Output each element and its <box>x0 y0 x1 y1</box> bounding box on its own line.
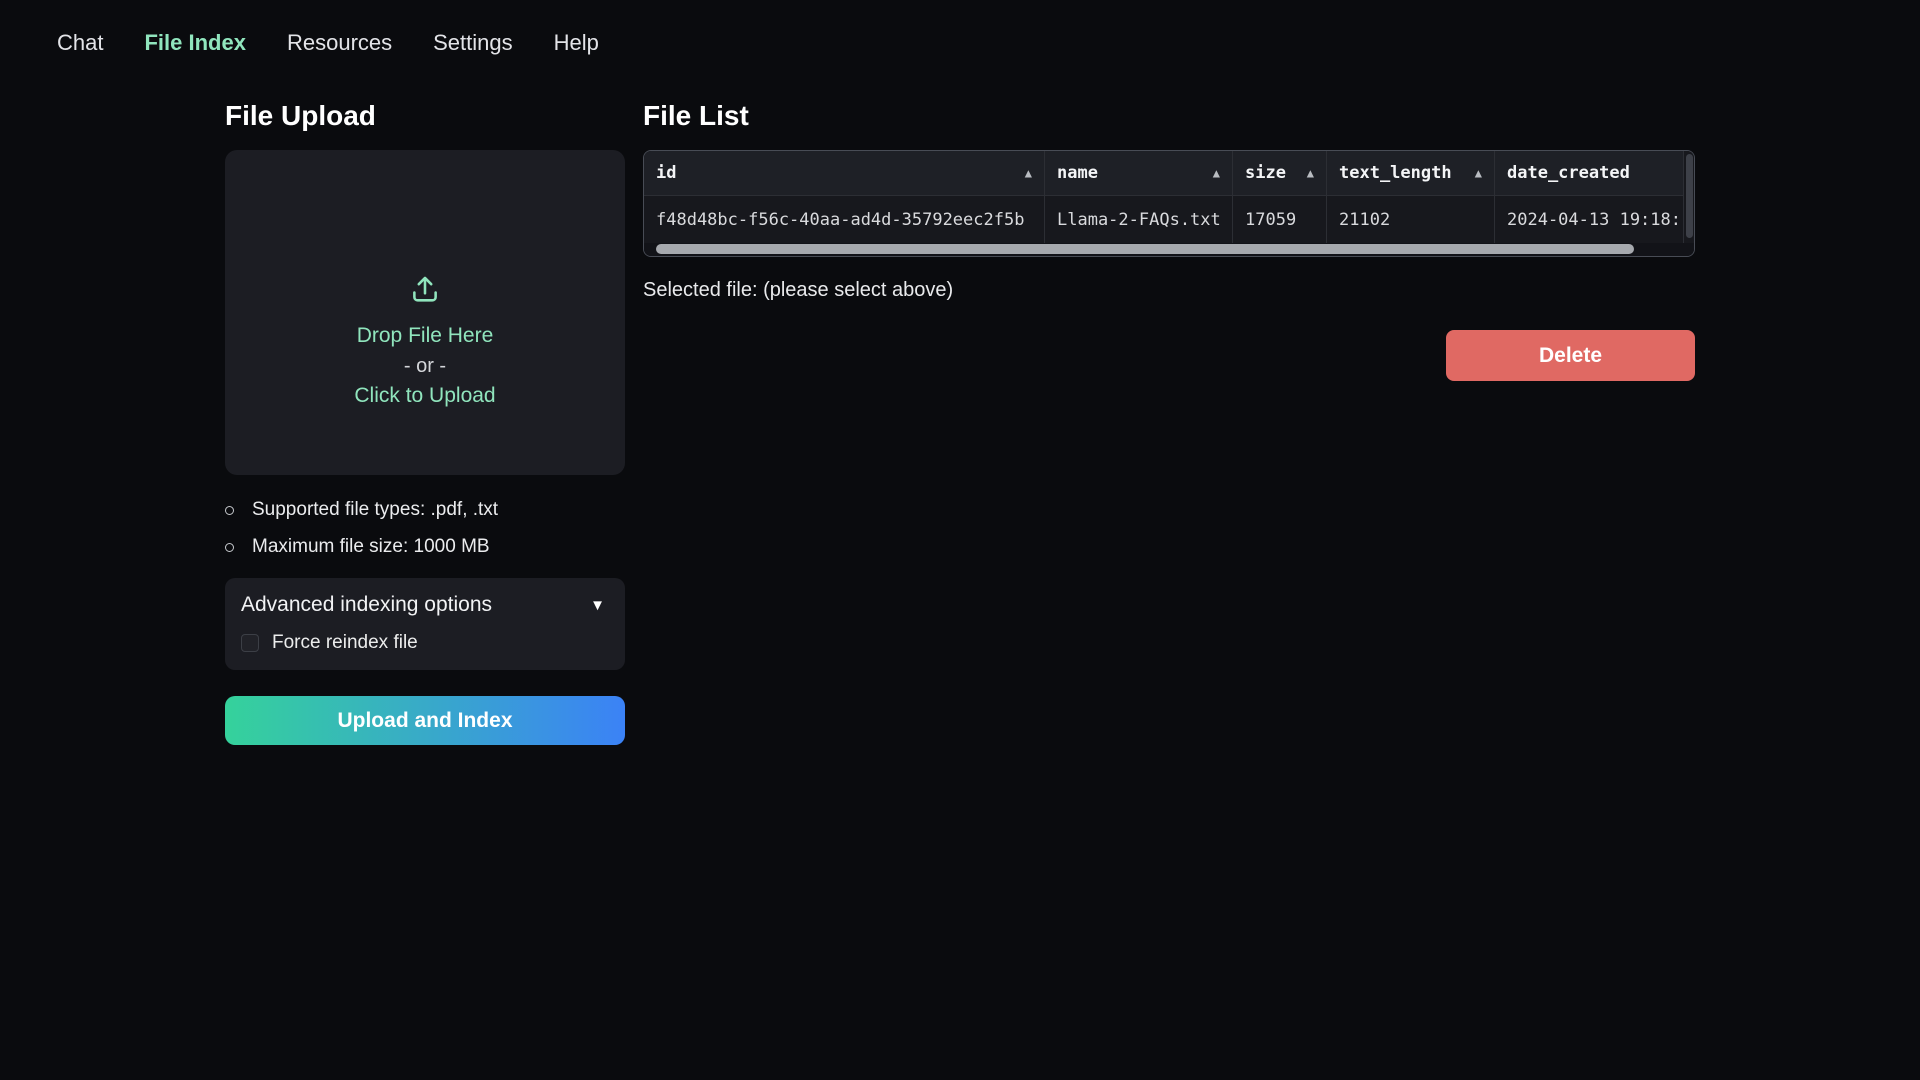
table-header-row: id ▲ name ▲ size ▲ text_length ▲ <box>644 151 1694 196</box>
bullet-icon <box>225 506 234 515</box>
upload-notes-list: Supported file types: .pdf, .txt Maximum… <box>225 499 625 558</box>
horizontal-scrollbar-thumb[interactable] <box>656 244 1634 254</box>
tab-chat[interactable]: Chat <box>55 26 105 60</box>
dropzone-content: Drop File Here - or - Click to Upload <box>354 272 495 411</box>
column-header-id[interactable]: id ▲ <box>644 151 1045 195</box>
tab-bar: Chat File Index Resources Settings Help <box>0 0 1920 60</box>
vertical-scrollbar-thumb[interactable] <box>1686 154 1693 238</box>
table-row[interactable]: f48d48bc-f56c-40aa-ad4d-35792eec2f5b Lla… <box>644 196 1694 243</box>
sort-ascending-icon[interactable]: ▲ <box>1307 166 1314 180</box>
selected-file-status: Selected file: (please select above) <box>643 279 1695 302</box>
tab-resources[interactable]: Resources <box>285 26 394 60</box>
advanced-options-header[interactable]: Advanced indexing options ▼ <box>241 593 609 617</box>
note-text: Supported file types: .pdf, .txt <box>252 499 498 521</box>
or-text: - or - <box>404 351 446 381</box>
note-supported-types: Supported file types: .pdf, .txt <box>225 499 625 521</box>
column-label: text_length <box>1339 163 1452 183</box>
note-text: Maximum file size: 1000 MB <box>252 536 490 558</box>
advanced-options-label: Advanced indexing options <box>241 593 492 617</box>
file-list-section: File List id ▲ name ▲ size ▲ <box>643 100 1695 381</box>
chevron-down-icon: ▼ <box>590 597 605 614</box>
drop-file-here-text: Drop File Here <box>357 321 494 351</box>
sort-ascending-icon[interactable]: ▲ <box>1025 166 1032 180</box>
column-header-text-length[interactable]: text_length ▲ <box>1327 151 1495 195</box>
file-list-title: File List <box>643 100 1695 132</box>
cell-text-length[interactable]: 21102 <box>1327 196 1495 243</box>
click-to-upload-link[interactable]: Click to Upload <box>354 381 495 411</box>
vertical-scrollbar[interactable] <box>1683 151 1694 243</box>
force-reindex-row: Force reindex file <box>241 632 609 654</box>
sort-ascending-icon[interactable]: ▲ <box>1475 166 1482 180</box>
bullet-icon <box>225 543 234 552</box>
cell-id[interactable]: f48d48bc-f56c-40aa-ad4d-35792eec2f5b <box>644 196 1045 243</box>
force-reindex-checkbox[interactable] <box>241 634 259 652</box>
cell-name[interactable]: Llama-2-FAQs.txt <box>1045 196 1233 243</box>
advanced-options-accordion: Advanced indexing options ▼ Force reinde… <box>225 578 625 670</box>
file-dropzone[interactable]: Drop File Here - or - Click to Upload <box>225 150 625 475</box>
cell-size[interactable]: 17059 <box>1233 196 1327 243</box>
force-reindex-label: Force reindex file <box>272 632 418 654</box>
file-index-page: File Upload Drop File Here - or - Click … <box>0 60 1920 745</box>
delete-button-row: Delete <box>643 330 1695 381</box>
file-upload-title: File Upload <box>225 100 625 132</box>
horizontal-scrollbar[interactable] <box>644 243 1694 256</box>
column-label: date_created <box>1507 163 1630 183</box>
column-header-date-created[interactable]: date_created <box>1495 151 1694 195</box>
file-upload-section: File Upload Drop File Here - or - Click … <box>225 100 625 745</box>
cell-date-created[interactable]: 2024-04-13 19:18: <box>1495 196 1694 243</box>
sort-ascending-icon[interactable]: ▲ <box>1213 166 1220 180</box>
column-header-size[interactable]: size ▲ <box>1233 151 1327 195</box>
file-table: id ▲ name ▲ size ▲ text_length ▲ <box>643 150 1695 257</box>
tab-file-index[interactable]: File Index <box>142 26 247 60</box>
tab-help[interactable]: Help <box>552 26 601 60</box>
upload-and-index-button[interactable]: Upload and Index <box>225 696 625 745</box>
upload-icon <box>408 272 442 311</box>
column-label: id <box>656 163 676 183</box>
column-header-name[interactable]: name ▲ <box>1045 151 1233 195</box>
column-label: size <box>1245 163 1286 183</box>
tab-settings[interactable]: Settings <box>431 26 515 60</box>
column-label: name <box>1057 163 1098 183</box>
delete-button[interactable]: Delete <box>1446 330 1695 381</box>
note-max-size: Maximum file size: 1000 MB <box>225 536 625 558</box>
file-table-rows: id ▲ name ▲ size ▲ text_length ▲ <box>644 151 1694 243</box>
